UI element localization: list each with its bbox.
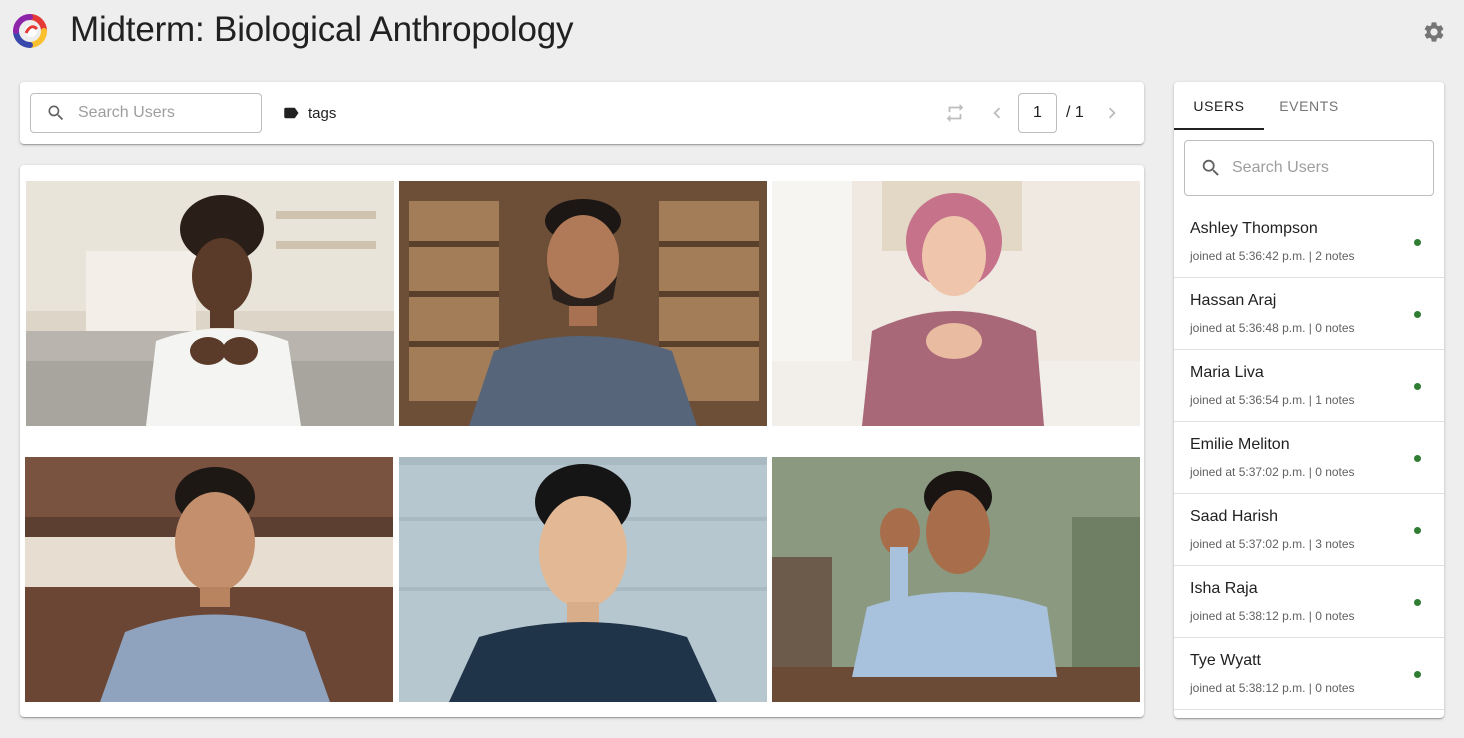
user-name: Ashley Thompson <box>1190 220 1318 237</box>
user-meta: joined at 5:38:12 p.m. | 0 notes <box>1190 609 1355 623</box>
user-name: Emilie Meliton <box>1190 436 1290 453</box>
participant-video-4[interactable] <box>25 457 393 702</box>
list-item[interactable]: Maria Liva joined at 5:36:54 p.m. | 1 no… <box>1174 350 1444 422</box>
participants-panel: USERS EVENTS Ashley Thompson joined at 5… <box>1174 82 1444 718</box>
list-item[interactable]: Ashley Thompson joined at 5:36:42 p.m. |… <box>1174 206 1444 278</box>
user-name: Saad Harish <box>1190 508 1279 525</box>
page-number-input[interactable] <box>1018 93 1057 133</box>
online-status-icon <box>1414 383 1421 390</box>
tags-button[interactable]: tags <box>282 104 336 122</box>
page-total: / 1 <box>1066 104 1084 121</box>
tag-icon <box>284 107 299 119</box>
sidebar-search-input[interactable] <box>1232 159 1422 177</box>
tab-users[interactable]: USERS <box>1174 82 1264 130</box>
list-item[interactable]: Isha Raja joined at 5:38:12 p.m. | 0 not… <box>1174 566 1444 638</box>
list-item[interactable]: Hassan Araj joined at 5:36:48 p.m. | 0 n… <box>1174 278 1444 350</box>
chevron-right-icon[interactable] <box>1101 102 1123 129</box>
search-icon <box>1202 159 1219 176</box>
tab-events[interactable]: EVENTS <box>1264 82 1354 130</box>
list-item[interactable]: Tye Wyatt joined at 5:38:12 p.m. | 0 not… <box>1174 638 1444 710</box>
online-status-icon <box>1414 239 1421 246</box>
gear-icon[interactable] <box>1422 20 1446 44</box>
tags-label: tags <box>308 104 337 122</box>
spiral-logo-icon <box>10 13 50 49</box>
page-title: Midterm: Biological Anthropology <box>70 10 574 49</box>
list-item[interactable]: Saad Harish joined at 5:37:02 p.m. | 3 n… <box>1174 494 1444 566</box>
video-grid <box>20 165 1144 717</box>
user-meta: joined at 5:37:02 p.m. | 0 notes <box>1190 465 1355 479</box>
online-status-icon <box>1414 527 1421 534</box>
online-status-icon <box>1414 455 1421 462</box>
user-meta: joined at 5:36:42 p.m. | 2 notes <box>1190 249 1355 263</box>
search-users-field[interactable] <box>30 93 262 133</box>
search-input[interactable] <box>78 104 248 122</box>
user-meta: joined at 5:38:12 p.m. | 0 notes <box>1190 681 1355 695</box>
participant-video-6[interactable] <box>772 457 1140 702</box>
user-name: Tye Wyatt <box>1190 652 1261 669</box>
online-status-icon <box>1414 599 1421 606</box>
online-status-icon <box>1414 311 1421 318</box>
panel-tabs: USERS EVENTS <box>1174 82 1444 130</box>
participant-video-5[interactable] <box>399 457 767 702</box>
user-name: Isha Raja <box>1190 580 1258 597</box>
list-item[interactable]: Emilie Meliton joined at 5:37:02 p.m. | … <box>1174 422 1444 494</box>
search-icon <box>48 105 64 121</box>
toolbar: tags / 1 <box>20 82 1144 144</box>
user-meta: joined at 5:36:54 p.m. | 1 notes <box>1190 393 1355 407</box>
participant-video-3[interactable] <box>772 181 1140 426</box>
chevron-left-icon[interactable] <box>986 102 1008 129</box>
online-status-icon <box>1414 671 1421 678</box>
sidebar-search-field[interactable] <box>1184 140 1434 196</box>
repeat-icon[interactable] <box>944 102 966 129</box>
participant-video-2[interactable] <box>399 181 767 426</box>
user-meta: joined at 5:36:48 p.m. | 0 notes <box>1190 321 1355 335</box>
user-name: Maria Liva <box>1190 364 1264 381</box>
participant-video-1[interactable] <box>26 181 394 426</box>
user-list: Ashley Thompson joined at 5:36:42 p.m. |… <box>1174 206 1444 710</box>
user-name: Hassan Araj <box>1190 292 1277 309</box>
user-meta: joined at 5:37:02 p.m. | 3 notes <box>1190 537 1355 551</box>
